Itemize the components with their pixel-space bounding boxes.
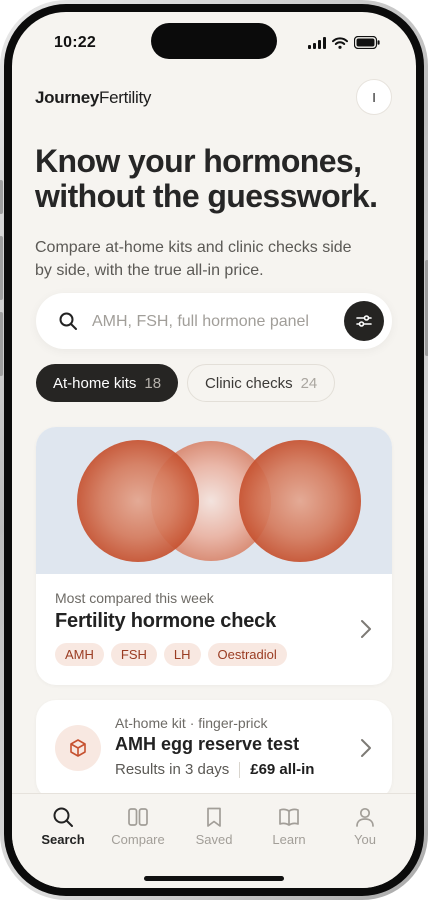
volume-down-button bbox=[0, 312, 3, 376]
nav-saved[interactable]: Saved bbox=[179, 806, 249, 847]
nav-you[interactable]: You bbox=[330, 806, 400, 847]
status-icons bbox=[308, 36, 380, 49]
product-meta: Results in 3 days £69 all-in bbox=[115, 761, 314, 778]
compare-icon bbox=[128, 808, 148, 826]
tab-count: 24 bbox=[300, 374, 318, 392]
featured-kicker: Most compared this week bbox=[55, 590, 214, 606]
nav-learn[interactable]: Learn bbox=[254, 806, 324, 847]
tab-at-home-kits[interactable]: At-home kits 18 bbox=[36, 364, 179, 402]
phone-device: 10:22 JourneyFertility I Know your hormo… bbox=[0, 0, 428, 900]
person-icon bbox=[356, 807, 374, 827]
nav-label: You bbox=[354, 832, 376, 847]
product-kicker: At-home kit · finger-prick bbox=[115, 715, 268, 731]
book-icon bbox=[279, 808, 299, 826]
chevron-right-icon bbox=[361, 620, 371, 638]
status-bar: 10:22 bbox=[12, 12, 416, 66]
battery-icon bbox=[354, 36, 380, 49]
tab-label: At-home kits bbox=[53, 374, 137, 392]
meta-divider bbox=[239, 761, 241, 778]
sliders-icon bbox=[356, 315, 372, 327]
featured-card[interactable]: Most compared this week Fertility hormon… bbox=[36, 427, 392, 685]
tag-amh: AMH bbox=[55, 643, 104, 666]
volume-up-button bbox=[0, 236, 3, 300]
right-circle bbox=[239, 440, 361, 562]
featured-title: Fertility hormone check bbox=[55, 610, 277, 632]
nav-label: Learn bbox=[272, 832, 306, 847]
box-icon bbox=[70, 739, 86, 757]
home-indicator[interactable] bbox=[144, 876, 284, 881]
brand-name-bold: Journey bbox=[35, 88, 100, 107]
profile-avatar-button[interactable]: I bbox=[356, 79, 392, 115]
dynamic-island bbox=[151, 23, 277, 59]
chevron-right-icon bbox=[361, 739, 371, 757]
wifi-icon bbox=[332, 36, 348, 49]
tag-oestradiol: Oestradiol bbox=[207, 643, 287, 666]
product-price: £69 all-in bbox=[250, 761, 315, 778]
product-icon-badge bbox=[55, 725, 101, 771]
nav-label: Saved bbox=[195, 832, 233, 847]
bottom-tab-bar: Search Compare Saved Learn You bbox=[12, 793, 416, 888]
bookmark-icon bbox=[207, 807, 221, 827]
tab-count: 18 bbox=[144, 374, 162, 392]
avatar-initial: I bbox=[372, 89, 376, 105]
hormone-circles-graphic bbox=[77, 440, 361, 562]
category-tabs: At-home kits 18 Clinic checks 24 bbox=[36, 364, 336, 402]
tag-lh: LH bbox=[163, 643, 201, 666]
nav-compare[interactable]: Compare bbox=[103, 806, 173, 847]
nav-label: Search bbox=[41, 832, 85, 847]
status-time: 10:22 bbox=[54, 34, 96, 51]
product-title: AMH egg reserve test bbox=[115, 734, 300, 754]
mute-switch bbox=[0, 180, 3, 214]
hero-subhead: Compare at-home kits and clinic checks s… bbox=[35, 239, 352, 279]
brand-name-regular: Fertility bbox=[99, 88, 152, 107]
product-turnaround: Results in 3 days bbox=[115, 761, 230, 778]
search-icon bbox=[59, 312, 77, 330]
featured-illustration bbox=[36, 427, 392, 574]
tab-label: Clinic checks bbox=[205, 374, 293, 392]
app-screen: 10:22 JourneyFertility I Know your hormo… bbox=[12, 12, 416, 888]
hero-headline: Know your hormones, without the guesswor… bbox=[35, 143, 378, 214]
hormone-tags: AMH FSH LH Oestradiol bbox=[55, 643, 287, 666]
signal-icon bbox=[308, 36, 326, 49]
search-icon bbox=[53, 807, 73, 827]
search-input[interactable] bbox=[90, 307, 334, 337]
search-bar[interactable] bbox=[36, 293, 392, 349]
filter-button[interactable] bbox=[344, 301, 384, 341]
left-circle bbox=[77, 440, 199, 562]
tag-fsh: FSH bbox=[110, 643, 157, 666]
nav-label: Compare bbox=[111, 832, 165, 847]
app-logo[interactable]: JourneyFertility bbox=[35, 88, 151, 108]
product-card[interactable]: At-home kit · finger-prick AMH egg reser… bbox=[36, 700, 392, 800]
nav-search[interactable]: Search bbox=[28, 806, 98, 847]
tab-clinic-checks[interactable]: Clinic checks 24 bbox=[187, 364, 336, 402]
